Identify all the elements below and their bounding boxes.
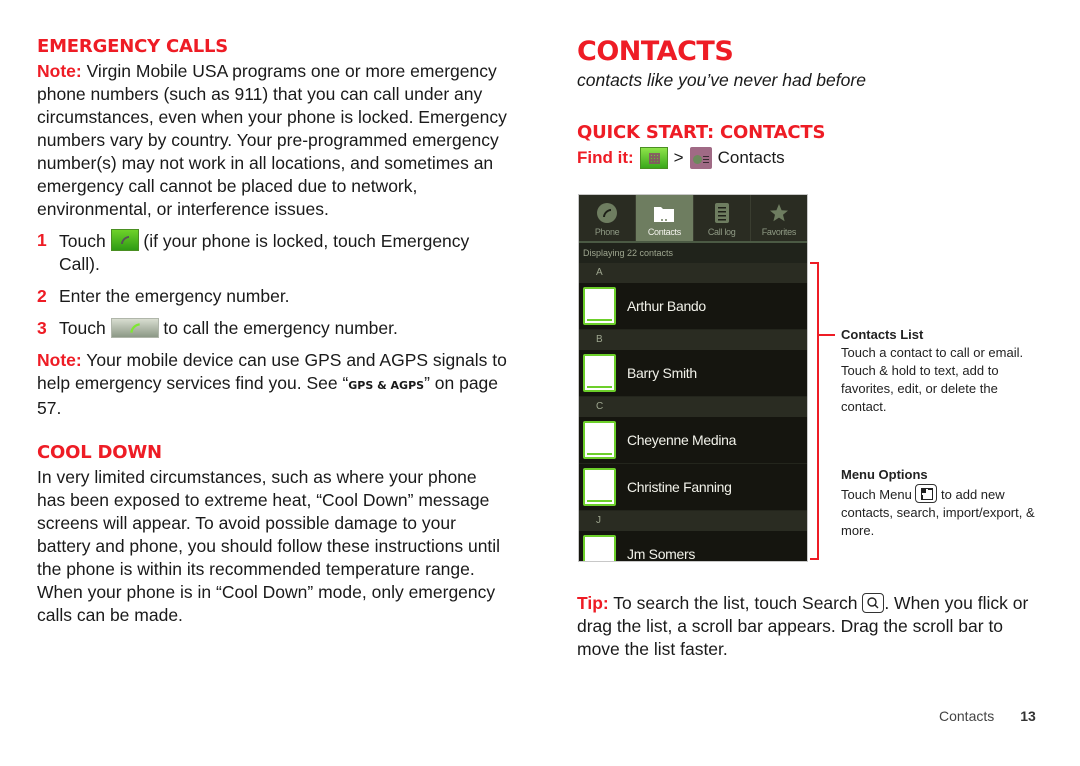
section-letter: J <box>579 511 807 531</box>
contact-avatar <box>583 421 616 459</box>
phone-dialer-icon <box>110 229 139 251</box>
step-2: 2 Enter the emergency number. <box>37 285 507 308</box>
call-button-icon <box>110 318 159 338</box>
callout-pointer <box>819 334 835 336</box>
note-label: Note: <box>37 61 82 81</box>
contact-list[interactable]: A Arthur Bando B Barry Smith C Cheyenne Medin… <box>579 263 807 562</box>
page-number: 13 <box>1020 708 1036 724</box>
callout-text: Touch Menu <box>841 487 916 502</box>
emergency-calls-heading: Emergency Calls <box>37 36 229 57</box>
tab-phone[interactable]: Phone <box>579 195 637 241</box>
page-title: Contacts <box>577 36 734 67</box>
left-column: Emergency Calls Note: Virgin Mobile USA … <box>37 36 507 627</box>
step-text: Enter the emergency number. <box>59 286 290 306</box>
contact-row[interactable]: Jm Somers <box>579 531 807 562</box>
contact-name: Arthur Bando <box>627 298 706 314</box>
emergency-steps: 1 Touch (if your phone is locked, touch … <box>37 229 507 340</box>
step-text: Touch <box>59 231 111 251</box>
contact-row[interactable]: Barry Smith <box>579 350 807 397</box>
callout-title: Menu Options <box>841 467 928 482</box>
gps-note: Note: Your mobile device can use GPS and… <box>37 349 507 420</box>
menu-options-callout: Menu Options Touch Menu to add new conta… <box>841 466 1041 540</box>
page-subtitle: contacts like you’ve never had before <box>577 70 866 90</box>
tab-contacts[interactable]: Contacts <box>636 195 694 241</box>
callout-text: Touch a contact to call or email. Touch … <box>841 345 1024 414</box>
find-it-label: Find it: <box>577 148 634 167</box>
note-text: Virgin Mobile USA programs one or more e… <box>37 61 507 219</box>
contact-avatar <box>583 354 616 392</box>
emergency-note: Note: Virgin Mobile USA programs one or … <box>37 60 507 221</box>
step-number: 3 <box>37 318 47 338</box>
tab-label: Call log <box>707 227 736 237</box>
tip-label: Tip: <box>577 593 609 613</box>
contact-avatar <box>583 468 616 506</box>
path-separator: > <box>673 148 684 167</box>
contact-row[interactable]: Christine Fanning <box>579 464 807 511</box>
search-key-icon <box>862 593 885 613</box>
contact-name: Barry Smith <box>627 365 697 381</box>
page-footer: Contacts 13 <box>939 708 1036 724</box>
contact-name: Cheyenne Medina <box>627 432 737 448</box>
contacts-screenshot: Phone Contacts Call log Favorites Displa… <box>578 194 808 562</box>
menu-key-icon <box>915 484 938 503</box>
star-icon <box>769 204 788 222</box>
gps-agps-link[interactable]: GPS & AGPS <box>348 379 424 392</box>
contact-name: Jm Somers <box>627 546 696 562</box>
contact-avatar <box>583 535 616 561</box>
step-number: 2 <box>37 286 47 306</box>
tip-text: To search the list, touch Search <box>608 593 863 613</box>
call-log-icon <box>714 203 729 223</box>
contact-row[interactable]: Cheyenne Medina <box>579 417 807 464</box>
contacts-app-icon <box>689 147 712 169</box>
contacts-tabs: Phone Contacts Call log Favorites <box>579 195 807 243</box>
contacts-folder-icon <box>654 207 675 222</box>
tab-label: Favorites <box>761 227 797 237</box>
contact-row[interactable]: Arthur Bando <box>579 283 807 330</box>
step-text: to call the emergency number. <box>158 318 398 338</box>
tab-call-log[interactable]: Call log <box>694 195 751 241</box>
section-letter: B <box>579 330 807 350</box>
contacts-list-callout: Contacts List Touch a contact to call or… <box>841 326 1041 416</box>
callout-bracket <box>810 262 819 560</box>
tab-label: Phone <box>594 227 620 237</box>
contact-name: Christine Fanning <box>627 479 732 495</box>
phone-icon <box>597 203 618 223</box>
quick-start-heading: Quick Start: Contacts <box>577 122 826 143</box>
section-letter: A <box>579 263 807 283</box>
find-it-target: Contacts <box>717 148 785 167</box>
contacts-count: Displaying 22 contacts <box>579 243 807 263</box>
step-text: Touch <box>59 318 111 338</box>
callout-title: Contacts List <box>841 327 924 342</box>
contact-avatar <box>583 287 616 325</box>
step-3: 3 Touch to call the emergency number. <box>37 317 507 340</box>
app-launcher-icon <box>639 147 668 169</box>
footer-section: Contacts <box>939 708 995 724</box>
cool-down-heading: Cool Down <box>37 442 162 463</box>
step-1: 1 Touch (if your phone is locked, touch … <box>37 229 507 276</box>
step-number: 1 <box>37 230 47 250</box>
cool-down-text: In very limited circumstances, such as w… <box>37 467 501 625</box>
tab-favorites[interactable]: Favorites <box>751 195 807 241</box>
find-it-path: Find it: > Contacts <box>577 147 785 169</box>
tab-label: Contacts <box>647 227 681 237</box>
note-label: Note: <box>37 350 82 370</box>
section-letter: C <box>579 397 807 417</box>
search-tip: Tip: To search the list, touch Search . … <box>577 592 1047 661</box>
